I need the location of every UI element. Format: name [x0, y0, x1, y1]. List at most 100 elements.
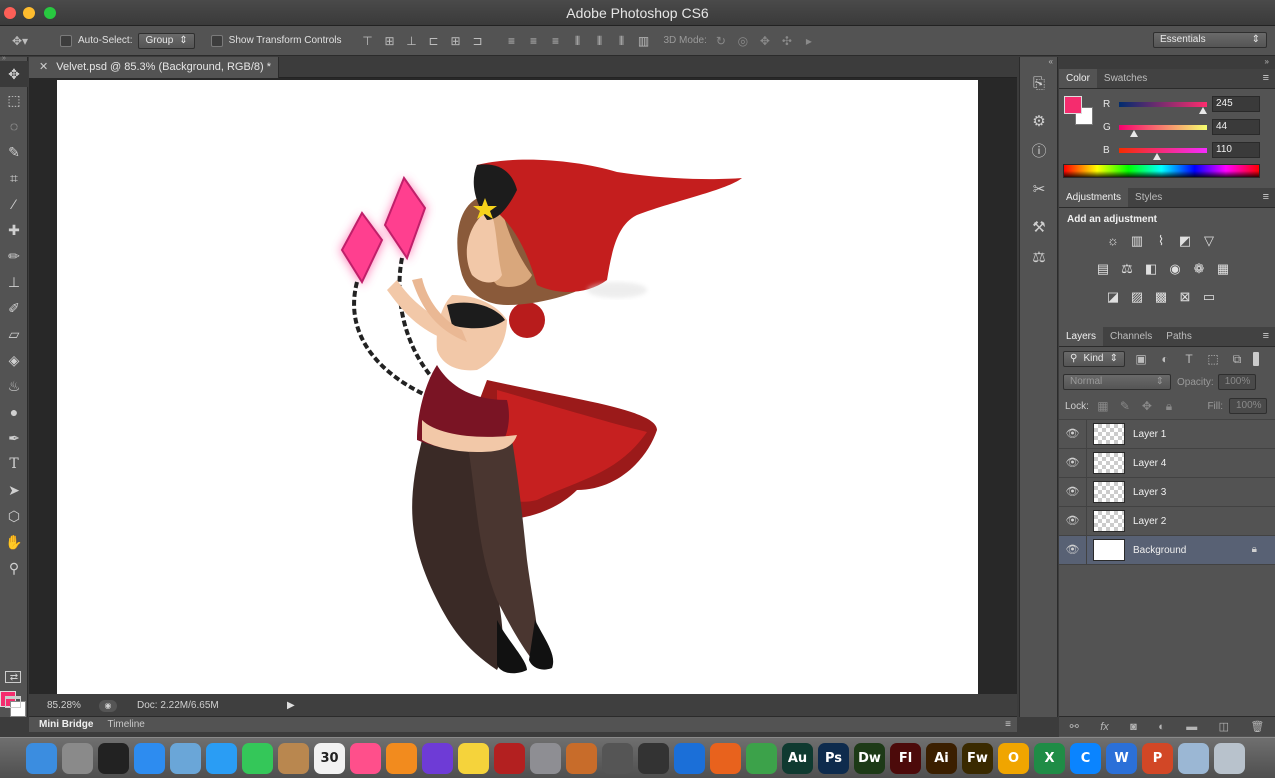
- blue-value[interactable]: 110: [1212, 142, 1260, 158]
- curves-icon[interactable]: ⌇: [1149, 229, 1173, 253]
- lasso-tool[interactable]: ◌: [0, 113, 28, 139]
- chrome-icon[interactable]: [746, 742, 777, 774]
- new-layer-icon[interactable]: ◫: [1219, 720, 1229, 733]
- illustrator-icon[interactable]: Ai: [926, 742, 957, 774]
- brush-tool[interactable]: ✏: [0, 243, 28, 269]
- panel-menu-icon[interactable]: ≡: [1263, 191, 1269, 203]
- brush-presets-icon[interactable]: ⚒: [1020, 213, 1058, 243]
- dreamweaver-icon[interactable]: Dw: [854, 742, 885, 774]
- 3d-roll-icon[interactable]: ◎: [735, 33, 751, 49]
- new-group-icon[interactable]: ▬: [1186, 721, 1197, 733]
- lock-transparent-icon[interactable]: ▦: [1095, 398, 1111, 414]
- photos-icon[interactable]: [458, 742, 489, 774]
- utility-icon[interactable]: [602, 742, 633, 774]
- auto-align-icon[interactable]: ▥: [636, 33, 652, 49]
- garageband-icon[interactable]: [566, 742, 597, 774]
- panel-menu-icon[interactable]: ≡: [1005, 719, 1011, 730]
- photobooth-icon[interactable]: [494, 742, 525, 774]
- calendar-icon[interactable]: 30: [314, 742, 345, 774]
- filter-kind-dropdown[interactable]: ⚲ Kind ⇕: [1063, 351, 1125, 367]
- levels-icon[interactable]: ▥: [1125, 229, 1149, 253]
- system-prefs-icon[interactable]: [530, 742, 561, 774]
- history-brush-tool[interactable]: ✐: [0, 295, 28, 321]
- distribute-right-icon[interactable]: ⦀: [614, 33, 630, 49]
- opacity-field[interactable]: 100%: [1217, 374, 1256, 390]
- distribute-left-icon[interactable]: ⦀: [570, 33, 586, 49]
- lock-icon[interactable]: 🔒︎: [1252, 544, 1257, 555]
- red-slider-thumb[interactable]: [1199, 107, 1207, 114]
- tab-color[interactable]: Color: [1059, 69, 1097, 88]
- workspace-dropdown[interactable]: Essentials ⇕: [1153, 32, 1267, 48]
- properties-icon[interactable]: ⚙: [1020, 107, 1058, 137]
- photo-filter-icon[interactable]: ◉: [1163, 257, 1187, 281]
- blend-mode-dropdown[interactable]: Normal ⇕: [1063, 374, 1171, 390]
- new-adjustment-icon[interactable]: ◐: [1158, 721, 1165, 733]
- color-balance-icon[interactable]: ⚖: [1115, 257, 1139, 281]
- tab-swatches[interactable]: Swatches: [1097, 69, 1154, 88]
- auto-select-dropdown[interactable]: Group ⇕: [138, 32, 195, 49]
- visibility-eye-icon[interactable]: 👁︎: [1059, 448, 1087, 478]
- info-icon[interactable]: ⓘ: [1020, 137, 1058, 167]
- crop-tool[interactable]: ⌗: [0, 165, 28, 191]
- canvas[interactable]: [57, 80, 978, 694]
- align-hcenter-icon[interactable]: ⊞: [448, 33, 464, 49]
- flash-icon[interactable]: Fl: [890, 742, 921, 774]
- red-slider[interactable]: [1119, 102, 1207, 107]
- gradient-map-icon[interactable]: ▭: [1197, 285, 1221, 309]
- tab-layers[interactable]: Layers: [1059, 327, 1104, 346]
- trash-icon[interactable]: [1214, 742, 1245, 774]
- blue-slider-thumb[interactable]: [1153, 153, 1161, 160]
- delete-layer-icon[interactable]: 🗑︎: [1250, 720, 1264, 733]
- align-bottom-icon[interactable]: ⊥: [404, 33, 420, 49]
- filter-shape-icon[interactable]: ⬚: [1205, 351, 1221, 367]
- history-icon[interactable]: ⎘: [1020, 69, 1058, 99]
- blue-slider[interactable]: [1119, 148, 1207, 153]
- zoom-tool[interactable]: ⚲: [0, 555, 28, 581]
- red-value[interactable]: 245: [1212, 96, 1260, 112]
- color-panel-foreground-swatch[interactable]: [1064, 96, 1082, 114]
- dodge-tool[interactable]: ●: [0, 399, 28, 425]
- guitarpro-icon[interactable]: [638, 742, 669, 774]
- quick-mask-button[interactable]: [5, 671, 21, 683]
- zoom-level[interactable]: 85.28%: [29, 700, 87, 711]
- tab-mini-bridge[interactable]: Mini Bridge: [39, 719, 93, 730]
- 3d-slide-icon[interactable]: ✣: [779, 33, 795, 49]
- selective-color-icon[interactable]: ⊠: [1173, 285, 1197, 309]
- visibility-eye-icon[interactable]: 👁︎: [1059, 477, 1087, 507]
- itunes-icon[interactable]: [350, 742, 381, 774]
- paint-bucket-tool[interactable]: ◈: [0, 347, 28, 373]
- path-select-tool[interactable]: ➤: [0, 477, 28, 503]
- preview-docs-icon[interactable]: [1178, 742, 1209, 774]
- align-top-icon[interactable]: ⊤: [360, 33, 376, 49]
- auto-select-checkbox[interactable]: [60, 34, 72, 47]
- audition-icon[interactable]: Au: [782, 742, 813, 774]
- lock-position-icon[interactable]: ✥: [1139, 398, 1155, 414]
- align-vcenter-icon[interactable]: ⊞: [382, 33, 398, 49]
- show-transform-checkbox[interactable]: [210, 34, 223, 47]
- tab-paths[interactable]: Paths: [1159, 327, 1199, 346]
- layer-style-icon[interactable]: fx: [1100, 721, 1109, 733]
- tab-channels[interactable]: Channels: [1103, 327, 1159, 346]
- quick-select-tool[interactable]: ✎: [0, 139, 28, 165]
- activity-icon[interactable]: [98, 742, 129, 774]
- finder-icon[interactable]: [26, 742, 57, 774]
- move-tool[interactable]: ✥: [0, 61, 28, 87]
- tool-presets-icon[interactable]: ✂: [1020, 175, 1058, 205]
- filter-adjustment-icon[interactable]: ◐: [1157, 351, 1173, 367]
- color-lookup-icon[interactable]: ▦: [1211, 257, 1235, 281]
- layer-row-background[interactable]: 👁︎ Background 🔒︎: [1059, 535, 1275, 565]
- panel-menu-icon[interactable]: ≡: [1263, 72, 1269, 84]
- stamp-tool[interactable]: ⊥: [0, 269, 28, 295]
- word-icon[interactable]: W: [1106, 742, 1137, 774]
- 3d-pan-icon[interactable]: ✥: [757, 33, 773, 49]
- eyedropper-tool[interactable]: ⁄: [0, 191, 28, 217]
- color-spectrum[interactable]: [1063, 164, 1260, 178]
- hand-tool[interactable]: ✋: [0, 529, 28, 555]
- distribute-vcenter-icon[interactable]: ≡: [526, 33, 542, 49]
- type-tool[interactable]: T: [0, 451, 28, 477]
- distribute-top-icon[interactable]: ≡: [504, 33, 520, 49]
- screen-mode-button[interactable]: [5, 696, 21, 708]
- visibility-eye-icon[interactable]: 👁︎: [1059, 535, 1087, 565]
- excel-icon[interactable]: X: [1034, 742, 1065, 774]
- status-menu-arrow-icon[interactable]: ▶: [287, 700, 295, 711]
